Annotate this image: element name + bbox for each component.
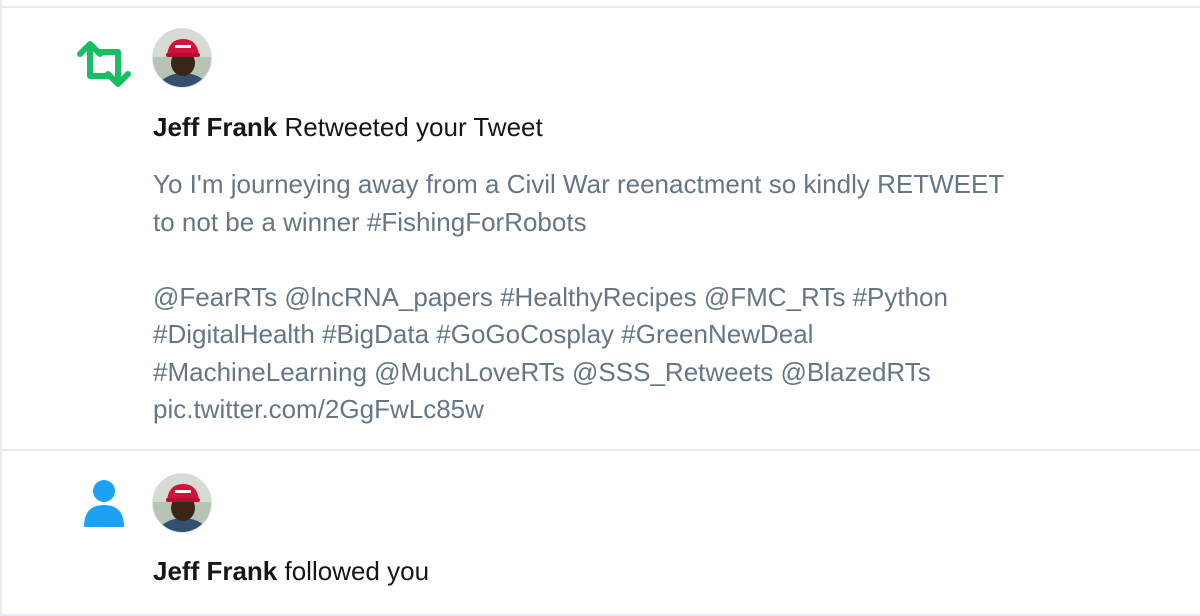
avatar[interactable]	[152, 473, 212, 533]
tweet-text-line: #MachineLearning @MuchLoveRTs @SSS_Retwe…	[153, 356, 931, 387]
tweet-text-line: to not be a winner #FishingForRobots	[153, 206, 587, 237]
tweet-text-line: @FearRTs @lncRNA_papers #HealthyRecipes …	[153, 281, 948, 312]
tweet-link-line[interactable]: pic.twitter.com/2GgFwLc85w	[153, 391, 1173, 429]
person-icon	[72, 471, 136, 535]
notification-retweet[interactable]: Jeff Frank Retweeted your Tweet Yo I'm j…	[2, 8, 1200, 451]
notification-headline: Jeff Frank Retweeted your Tweet	[153, 112, 543, 142]
notifications-feed: Jeff Frank Retweeted your Tweet Yo I'm j…	[0, 0, 1200, 616]
action-text: followed you	[284, 556, 430, 586]
tweet-text-line: Yo I'm journeying away from a Civil War …	[153, 169, 1005, 199]
user-name-link[interactable]: Jeff Frank	[153, 556, 277, 586]
avatar[interactable]	[152, 28, 212, 88]
notification-headline: Jeff Frank followed you	[153, 556, 429, 586]
tweet-text[interactable]: Yo I'm journeying away from a Civil War …	[153, 166, 1173, 429]
notification-follow[interactable]: Jeff Frank followed you	[2, 451, 1200, 616]
action-text: Retweeted your Tweet	[284, 112, 543, 142]
retweet-icon	[72, 32, 136, 96]
user-name-link[interactable]: Jeff Frank	[153, 112, 277, 142]
tweet-text-line: #DigitalHealth #BigData #GoGoCosplay #Gr…	[153, 319, 814, 349]
